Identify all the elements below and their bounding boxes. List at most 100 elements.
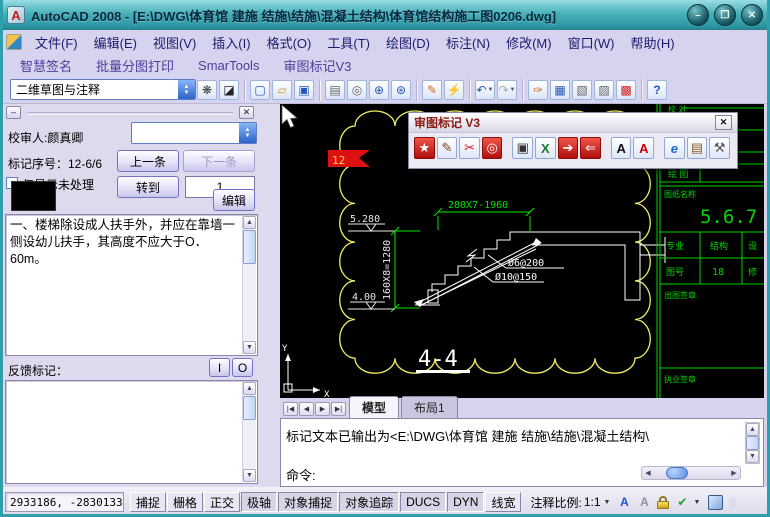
mark-color-swatch[interactable] bbox=[11, 181, 56, 211]
export-excel-button[interactable]: X bbox=[535, 137, 556, 159]
ducs-toggle[interactable]: DUCS bbox=[400, 492, 446, 512]
match-properties-button[interactable]: ✑ bbox=[528, 80, 548, 100]
tab-model[interactable]: 模型 bbox=[349, 396, 399, 418]
minimize-button[interactable]: – bbox=[687, 4, 709, 26]
scroll-down-icon[interactable]: ▼ bbox=[243, 341, 256, 354]
add-mark-button[interactable]: ★ bbox=[414, 137, 435, 159]
markup-toolbar-titlebar[interactable]: 审图标记 V3 ✕ bbox=[409, 113, 737, 133]
command-hscrollbar[interactable]: ◀ ▶ bbox=[641, 466, 741, 480]
panel-close-button[interactable]: ✕ bbox=[239, 106, 254, 119]
delete-mark-button[interactable]: ✂ bbox=[459, 137, 480, 159]
menu-draw[interactable]: 绘图(D) bbox=[378, 30, 438, 55]
prev-mark-flag-button[interactable]: ⇐ bbox=[580, 137, 601, 159]
previous-mark-button[interactable]: 上一条 bbox=[117, 150, 179, 172]
edit-button[interactable]: 编辑 bbox=[213, 189, 255, 211]
scroll-left-icon[interactable]: ◀ bbox=[642, 469, 654, 477]
web-browser-button[interactable]: e bbox=[664, 137, 685, 159]
command-prompt[interactable]: 命令: bbox=[286, 465, 316, 484]
markup-toolbar-close-button[interactable]: ✕ bbox=[715, 115, 732, 130]
scroll-thumb[interactable] bbox=[746, 436, 759, 450]
polar-toggle[interactable]: 极轴 bbox=[241, 492, 277, 512]
plot-button[interactable]: ▤ bbox=[325, 80, 345, 100]
tab-last-icon[interactable]: ▶| bbox=[331, 402, 346, 416]
restore-button[interactable]: ❐ bbox=[714, 4, 736, 26]
toolbar-lock-icon[interactable] bbox=[657, 496, 669, 509]
tab-prev-icon[interactable]: ◀ bbox=[299, 402, 314, 416]
trusted-dwg-icon[interactable]: ✔ bbox=[673, 493, 691, 511]
manual-button[interactable]: ▤ bbox=[687, 137, 708, 159]
panel-minimize-button[interactable]: – bbox=[6, 106, 21, 119]
workspace-switch-button[interactable]: ◪ bbox=[219, 80, 239, 100]
undo-button[interactable]: ↶▼ bbox=[475, 80, 495, 100]
menu-format[interactable]: 格式(O) bbox=[259, 30, 320, 55]
scroll-down-icon[interactable]: ▼ bbox=[243, 469, 256, 482]
scroll-thumb[interactable] bbox=[243, 396, 256, 420]
acad-black-button[interactable]: A bbox=[611, 137, 632, 159]
menu-tools[interactable]: 工具(T) bbox=[319, 30, 378, 55]
markup-set-button[interactable]: ▨ bbox=[594, 80, 614, 100]
scroll-up-icon[interactable]: ▲ bbox=[746, 423, 759, 436]
menu-modify[interactable]: 修改(M) bbox=[498, 30, 560, 55]
qnew-button[interactable]: ▢ bbox=[250, 80, 270, 100]
calculator-button[interactable]: ▩ bbox=[616, 80, 636, 100]
3d-dwf-button[interactable]: ⊛ bbox=[391, 80, 411, 100]
plot-preview-button[interactable]: ◎ bbox=[347, 80, 367, 100]
grid-toggle[interactable]: 栅格 bbox=[167, 492, 203, 512]
panel-grab-handle[interactable] bbox=[27, 112, 233, 115]
command-window[interactable]: 标记文本已输出为<E:\DWG\体育馆 建施 结施\结施\混凝土结构\ 命令: … bbox=[280, 418, 764, 487]
next-mark-button[interactable]: 下一条 bbox=[183, 150, 255, 172]
otrack-toggle[interactable]: 对象追踪 bbox=[339, 492, 399, 512]
redo-button[interactable]: ↷▼ bbox=[497, 80, 517, 100]
menu-edit[interactable]: 编辑(E) bbox=[86, 30, 145, 55]
eraser-button[interactable]: ⚡ bbox=[444, 80, 464, 100]
close-button[interactable]: ✕ bbox=[741, 4, 763, 26]
menu-batch-plot[interactable]: 批量分图打印 bbox=[84, 54, 186, 77]
import-marks-button[interactable]: ▣ bbox=[512, 137, 533, 159]
drawing-canvas[interactable]: 12 Ø6@200 Ø10@150 280X7-1960 5.28 bbox=[280, 104, 764, 398]
scroll-right-icon[interactable]: ▶ bbox=[728, 469, 740, 477]
menu-browser-icon[interactable] bbox=[6, 34, 22, 50]
command-scrollbar[interactable]: ▲ ▼ bbox=[745, 422, 760, 464]
menu-smartools[interactable]: SmarTools bbox=[186, 56, 271, 75]
tab-next-icon[interactable]: ▶ bbox=[315, 402, 330, 416]
markup-pen-button[interactable]: ✎ bbox=[422, 80, 442, 100]
annotation-scale-value[interactable]: 1:1 bbox=[584, 495, 601, 509]
tab-layout1[interactable]: 布局1 bbox=[401, 396, 458, 418]
sheet-set-button[interactable]: ▧ bbox=[572, 80, 592, 100]
status-menu-icon[interactable]: ▼ bbox=[693, 499, 700, 506]
comment-scrollbar[interactable]: ▲ ▼ bbox=[242, 216, 256, 354]
menu-markup-v3[interactable]: 审图标记V3 bbox=[271, 54, 363, 77]
goto-button[interactable]: 转到 bbox=[117, 176, 179, 198]
menu-view[interactable]: 视图(V) bbox=[145, 30, 204, 55]
reviewer-combo-spinner-icon[interactable]: ▲▼ bbox=[239, 123, 256, 143]
open-button[interactable]: ▱ bbox=[272, 80, 292, 100]
edit-mark-button[interactable]: ✎ bbox=[437, 137, 458, 159]
scale-dropdown-icon[interactable]: ▼ bbox=[604, 499, 611, 506]
feedback-textarea[interactable]: ▲ ▼ bbox=[5, 380, 258, 484]
lineweight-toggle[interactable]: 线宽 bbox=[485, 492, 521, 512]
clean-screen-button[interactable] bbox=[708, 495, 723, 510]
reviewer-combobox[interactable]: ▲▼ bbox=[131, 122, 257, 144]
scroll-thumb[interactable] bbox=[243, 230, 256, 264]
menu-dimension[interactable]: 标注(N) bbox=[438, 30, 498, 55]
annotation-autoscale-icon[interactable]: A bbox=[635, 493, 653, 511]
menu-file[interactable]: 文件(F) bbox=[27, 30, 86, 55]
acad-red-button[interactable]: A bbox=[633, 137, 654, 159]
dyn-toggle[interactable]: DYN bbox=[447, 492, 484, 512]
menu-smart-signature[interactable]: 智慧签名 bbox=[8, 54, 84, 77]
menu-help[interactable]: 帮助(H) bbox=[623, 30, 683, 55]
save-button[interactable]: ▣ bbox=[294, 80, 314, 100]
settings-button[interactable]: ⚒ bbox=[709, 137, 730, 159]
workspace-combobox[interactable]: 二维草图与注释 ▲▼ bbox=[10, 79, 196, 100]
feedback-scrollbar[interactable]: ▲ ▼ bbox=[242, 382, 256, 482]
help-button[interactable]: ? bbox=[647, 80, 667, 100]
browse-marks-button[interactable]: ◎ bbox=[482, 137, 503, 159]
ortho-toggle[interactable]: 正交 bbox=[204, 492, 240, 512]
menu-window[interactable]: 窗口(W) bbox=[560, 30, 623, 55]
feedback-o-button[interactable]: O bbox=[232, 358, 253, 377]
workspace-settings-button[interactable]: ❋ bbox=[197, 80, 217, 100]
scroll-down-icon[interactable]: ▼ bbox=[746, 450, 759, 463]
publish-button[interactable]: ⊕ bbox=[369, 80, 389, 100]
menu-insert[interactable]: 插入(I) bbox=[204, 30, 258, 55]
next-mark-flag-button[interactable]: ➔ bbox=[558, 137, 579, 159]
